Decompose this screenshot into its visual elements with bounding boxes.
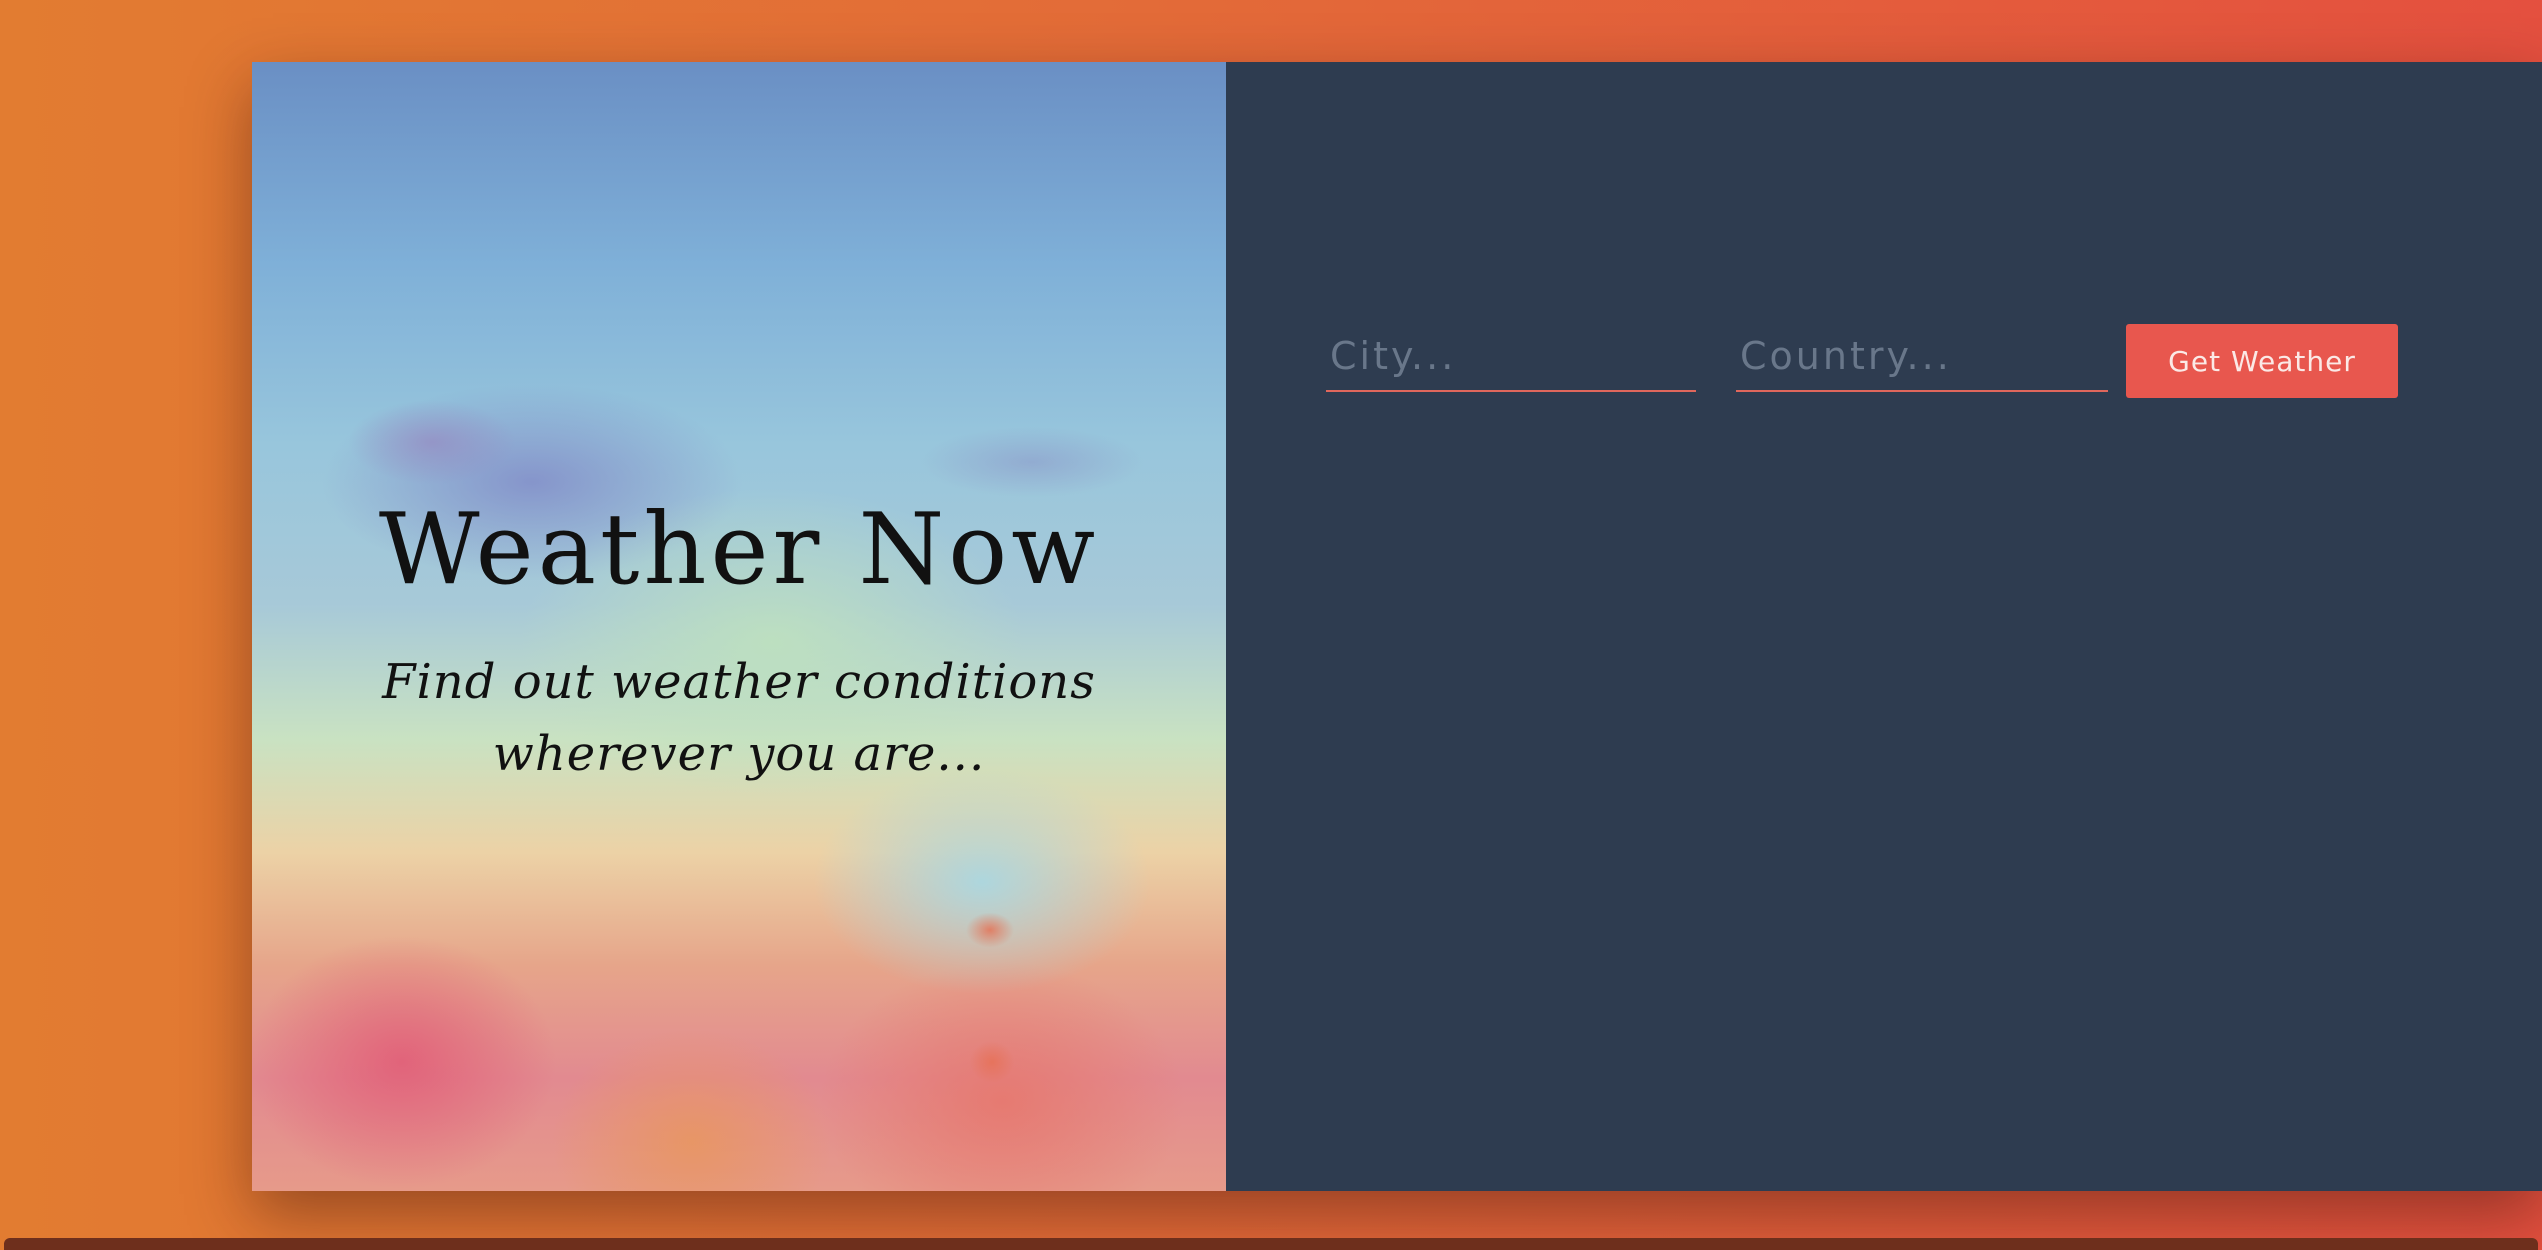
- country-input[interactable]: [1736, 322, 2108, 392]
- form-panel: Get Weather: [1226, 62, 2542, 1191]
- page-subtitle: Find out weather conditions wherever you…: [382, 653, 1096, 782]
- get-weather-button[interactable]: Get Weather: [2126, 324, 2398, 398]
- weather-form: Get Weather: [1226, 262, 2542, 402]
- weather-app-card: Weather Now Find out weather conditions …: [252, 62, 2542, 1191]
- horizontal-scrollbar[interactable]: [4, 1238, 2538, 1250]
- city-input[interactable]: [1326, 322, 1696, 392]
- hero-map-panel: Weather Now Find out weather conditions …: [252, 62, 1226, 1191]
- page-title: Weather Now: [378, 493, 1100, 607]
- hero-text: Weather Now Find out weather conditions …: [252, 492, 1226, 790]
